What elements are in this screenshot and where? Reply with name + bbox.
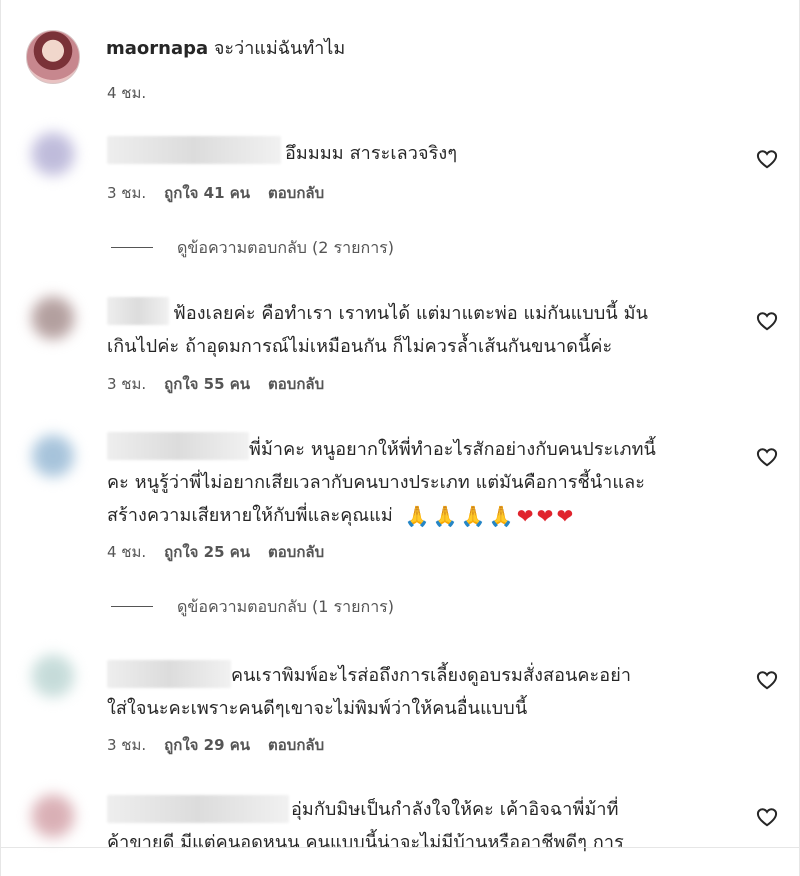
comment-line: ค้าขายดี มีแต่คนอดหนน คนแบบนี้น่าจะไม่มี…: [107, 832, 624, 853]
like-count[interactable]: ถูกใจ 25 คน: [164, 540, 250, 564]
heart-outline-icon[interactable]: [756, 311, 778, 331]
commenter-avatar[interactable]: [29, 294, 77, 342]
comment-panel: maornapa จะว่าแม่ฉันทำไม 4 ชม. อึมมมม สา…: [0, 0, 800, 876]
comment-line: อุ่มกับมิษเป็นกำลังใจให้คะ เค้าอิจฉาพี่ม…: [291, 799, 619, 820]
praying-hands-icon: 🙏: [488, 504, 514, 528]
comment-line: สร้างความเสียหายให้กับพี่และคุณแม่: [107, 505, 393, 526]
instagram-comments-screen: { "top_comment": { "username": "maornapa…: [0, 0, 800, 876]
commenter-username[interactable]: [107, 136, 281, 164]
comment-meta: 3 ชม. ถูกใจ 41 คน ตอบกลับ: [107, 181, 324, 205]
view-replies-button[interactable]: ดูข้อความตอบกลับ (2 รายการ): [177, 236, 394, 261]
like-count[interactable]: ถูกใจ 55 คน: [164, 372, 250, 396]
owner-comment-text: จะว่าแม่ฉันทำไม: [213, 38, 346, 59]
owner-comment-time: 4 ชม.: [107, 84, 147, 102]
red-heart-icon: ❤: [556, 504, 574, 528]
heart-outline-icon[interactable]: [756, 447, 778, 467]
comment-meta: 3 ชม. ถูกใจ 55 คน ตอบกลับ: [107, 372, 324, 396]
reply-button[interactable]: ตอบกลับ: [268, 181, 324, 205]
heart-outline-icon[interactable]: [756, 149, 778, 169]
comment-line: ฟ้องเลยค่ะ คือทำเรา เราทนได้ แต่มาแตะพ่อ…: [173, 303, 648, 324]
comment-text: พี่ม้าคะ หนูอยากให้พี่ทำอะไรสักอย่างกับค…: [107, 433, 747, 532]
comment-time: 3 ชม.: [107, 184, 147, 202]
comment-line: ใส่ใจนะคะเพราะคนดีๆเขาจะไม่พิมพ์ว่าให้คน…: [107, 698, 528, 719]
comment-line: คะ หนูรู้ว่าพี่ไม่อยากเสียเวลากับคนบางปร…: [107, 472, 645, 493]
comment-text: อุ่มกับมิษเป็นกำลังใจให้คะ เค้าอิจฉาพี่ม…: [107, 793, 747, 859]
comment-line-with-emojis: สร้างความเสียหายให้กับพี่และคุณแม่ 🙏 🙏 🙏…: [107, 499, 747, 532]
comment-meta: 3 ชม. ถูกใจ 29 คน ตอบกลับ: [107, 733, 324, 757]
owner-username[interactable]: maornapa: [106, 38, 208, 59]
bottom-divider: [1, 847, 799, 848]
owner-avatar[interactable]: [26, 30, 80, 84]
comment-text: คนเราพิมพ์อะไรส่อถึงการเลี้ยงดูอบรมสั่งส…: [107, 659, 747, 725]
commenter-avatar[interactable]: [29, 652, 77, 700]
comment-time: 3 ชม.: [107, 375, 147, 393]
comment-line: เกินไปค่ะ ถ้าอุดมการณ์ไม่เหมือนกัน ก็ไม่…: [107, 336, 613, 357]
commenter-avatar[interactable]: [29, 432, 77, 480]
reply-line: [111, 606, 153, 607]
like-count[interactable]: ถูกใจ 41 คน: [164, 181, 250, 205]
heart-outline-icon[interactable]: [756, 807, 778, 827]
praying-hands-icon: 🙏: [460, 504, 486, 528]
comment-time: 4 ชม.: [107, 543, 147, 561]
owner-comment: maornapa จะว่าแม่ฉันทำไม 4 ชม.: [26, 30, 786, 130]
emoji-group: 🙏 🙏 🙏 🙏 ❤ ❤ ❤: [405, 506, 574, 526]
red-heart-icon: ❤: [536, 504, 554, 528]
view-replies-button[interactable]: ดูข้อความตอบกลับ (1 รายการ): [177, 595, 394, 620]
red-heart-icon: ❤: [516, 504, 534, 528]
praying-hands-icon: 🙏: [404, 504, 430, 528]
praying-hands-icon: 🙏: [432, 504, 458, 528]
commenter-avatar[interactable]: [29, 130, 77, 178]
comment-line: พี่ม้าคะ หนูอยากให้พี่ทำอะไรสักอย่างกับค…: [249, 439, 656, 460]
reply-button[interactable]: ตอบกลับ: [268, 372, 324, 396]
comment-time: 3 ชม.: [107, 736, 147, 754]
commenter-avatar[interactable]: [29, 792, 77, 840]
comment-text: อึมมมม สาระเลวจริงๆ: [285, 137, 457, 170]
reply-button[interactable]: ตอบกลับ: [268, 540, 324, 564]
reply-button[interactable]: ตอบกลับ: [268, 733, 324, 757]
like-count[interactable]: ถูกใจ 29 คน: [164, 733, 250, 757]
owner-comment-body: maornapa จะว่าแม่ฉันทำไม: [106, 33, 345, 62]
comment-meta: 4 ชม. ถูกใจ 25 คน ตอบกลับ: [107, 540, 324, 564]
comment-line: อึมมมม สาระเลวจริงๆ: [285, 143, 458, 164]
comment-line: คนเราพิมพ์อะไรส่อถึงการเลี้ยงดูอบรมสั่งส…: [231, 665, 632, 686]
comment-text: ฟ้องเลยค่ะ คือทำเรา เราทนได้ แต่มาแตะพ่อ…: [107, 297, 747, 363]
heart-outline-icon[interactable]: [756, 670, 778, 690]
reply-line: [111, 247, 153, 248]
